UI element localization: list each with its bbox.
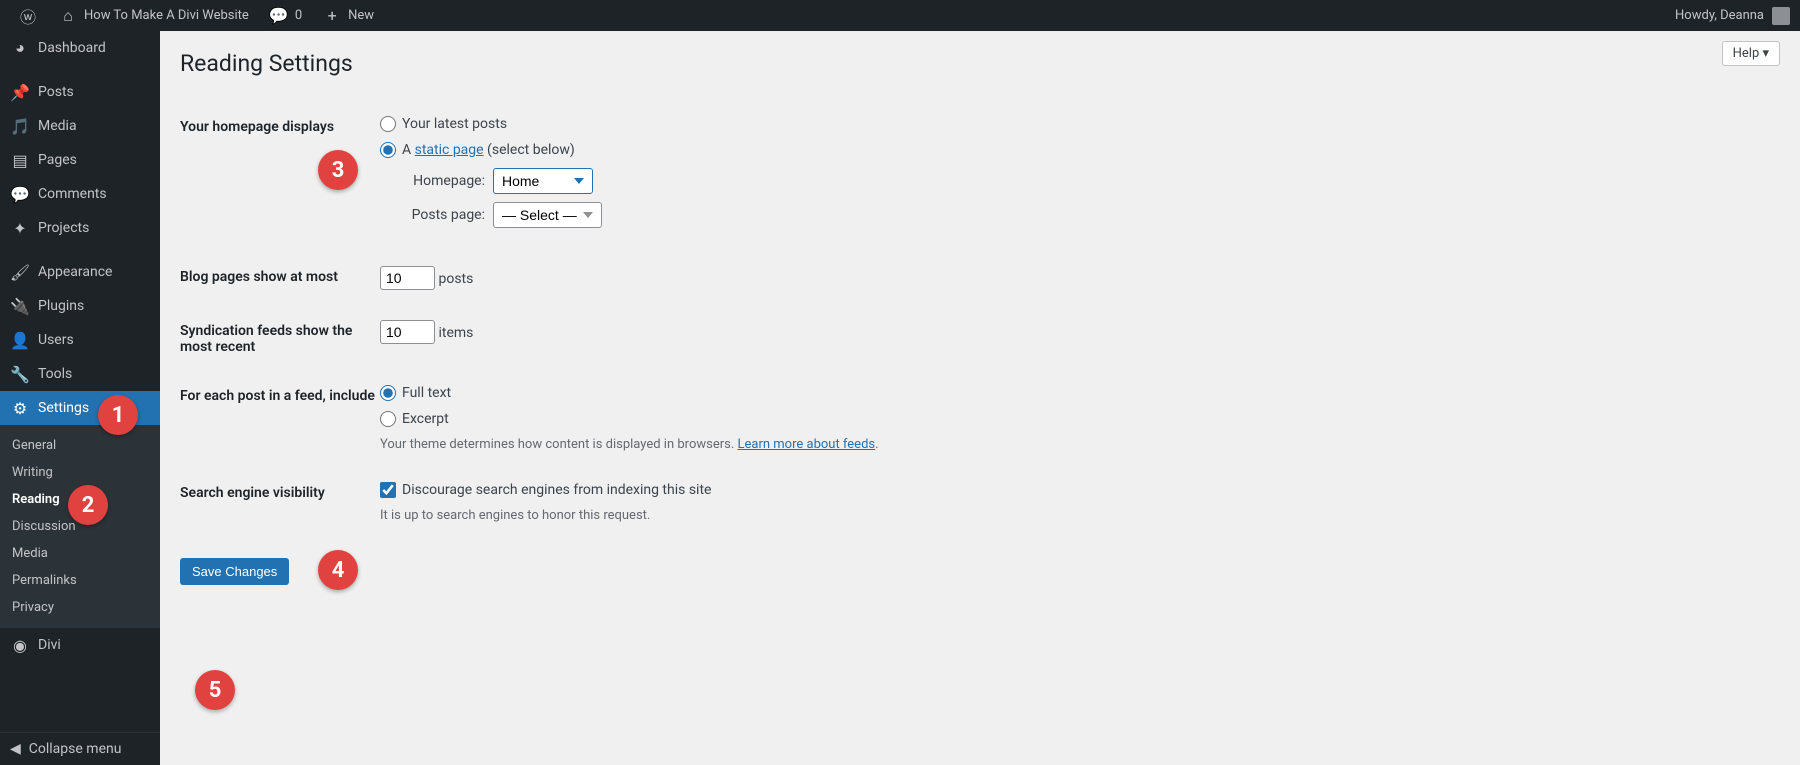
callout-4: 4	[318, 550, 358, 590]
new-content[interactable]: + New	[314, 0, 382, 31]
admin-bar: ⓦ ⌂How To Make A Divi Website 💬0 +New Ho…	[0, 0, 1800, 31]
search-visibility-desc: It is up to search engines to honor this…	[380, 508, 1780, 523]
syndication-unit: items	[438, 325, 473, 341]
radio-full-text-label: Full text	[402, 385, 451, 401]
feed-include-label: For each post in a feed, include	[180, 385, 380, 404]
menu-divi[interactable]: ◉Divi	[0, 628, 160, 662]
submenu-privacy[interactable]: Privacy	[0, 594, 160, 621]
radio-static-page[interactable]	[380, 142, 396, 158]
submenu-permalinks[interactable]: Permalinks	[0, 567, 160, 594]
learn-feeds-link[interactable]: Learn more about feeds	[738, 437, 876, 452]
blog-pages-unit: posts	[438, 271, 473, 287]
menu-plugins[interactable]: 🔌Plugins	[0, 289, 160, 323]
menu-appearance[interactable]: 🖌Appearance	[0, 255, 160, 289]
homepage-displays-label: Your homepage displays	[180, 116, 380, 135]
wordpress-icon: ⓦ	[18, 6, 38, 26]
submenu-general[interactable]: General	[0, 432, 160, 459]
admin-sidebar: ◕Dashboard 📌Posts 🎵Media ▤Pages 💬Comment…	[0, 31, 160, 765]
settings-submenu: General Writing Reading Discussion Media…	[0, 425, 160, 628]
projects-icon: ✦	[10, 218, 30, 238]
submenu-media[interactable]: Media	[0, 540, 160, 567]
user-icon: 👤	[10, 330, 30, 350]
collapse-menu[interactable]: ◀Collapse menu	[0, 732, 160, 765]
home-icon: ⌂	[58, 6, 78, 26]
blog-pages-input[interactable]	[380, 266, 435, 290]
homepage-select[interactable]: Home	[493, 168, 593, 194]
site-title: How To Make A Divi Website	[84, 8, 249, 23]
callout-5: 5	[195, 670, 235, 710]
wp-logo[interactable]: ⓦ	[10, 0, 46, 31]
page-icon: ▤	[10, 150, 30, 170]
callout-2: 2	[68, 485, 108, 525]
collapse-icon: ◀	[10, 741, 21, 757]
greeting-text: Howdy, Deanna	[1675, 8, 1764, 23]
syndication-input[interactable]	[380, 320, 435, 344]
brush-icon: 🖌	[10, 262, 30, 282]
comment-icon: 💬	[10, 184, 30, 204]
radio-full-text[interactable]	[380, 385, 396, 401]
menu-media[interactable]: 🎵Media	[0, 109, 160, 143]
blog-pages-label: Blog pages show at most	[180, 266, 380, 285]
radio-excerpt[interactable]	[380, 411, 396, 427]
plug-icon: 🔌	[10, 296, 30, 316]
content-area: Help ▾ Reading Settings Your homepage di…	[160, 31, 1800, 765]
menu-dashboard[interactable]: ◕Dashboard	[0, 31, 160, 65]
avatar[interactable]	[1772, 7, 1790, 25]
static-page-link[interactable]: static page	[415, 142, 484, 158]
save-button[interactable]: Save Changes	[180, 558, 289, 585]
media-icon: 🎵	[10, 116, 30, 136]
menu-posts[interactable]: 📌Posts	[0, 75, 160, 109]
new-label: New	[348, 8, 374, 23]
plus-icon: +	[322, 6, 342, 26]
checkbox-discourage-search[interactable]	[380, 482, 396, 498]
site-link[interactable]: ⌂ How To Make A Divi Website	[50, 0, 257, 31]
homepage-select-label: Homepage:	[400, 173, 485, 189]
settings-icon: ⚙	[10, 398, 30, 418]
menu-users[interactable]: 👤Users	[0, 323, 160, 357]
menu-tools[interactable]: 🔧Tools	[0, 357, 160, 391]
comments-count: 0	[295, 8, 302, 23]
syndication-label: Syndication feeds show the most recent	[180, 320, 380, 355]
wrench-icon: 🔧	[10, 364, 30, 384]
divi-icon: ◉	[10, 635, 30, 655]
comment-icon: 💬	[269, 6, 289, 26]
page-title: Reading Settings	[180, 41, 1780, 81]
menu-comments[interactable]: 💬Comments	[0, 177, 160, 211]
radio-latest-posts-label: Your latest posts	[402, 116, 507, 132]
dashboard-icon: ◕	[10, 38, 30, 58]
search-visibility-label: Search engine visibility	[180, 482, 380, 501]
menu-pages[interactable]: ▤Pages	[0, 143, 160, 177]
callout-3: 3	[318, 150, 358, 190]
menu-projects[interactable]: ✦Projects	[0, 211, 160, 245]
radio-excerpt-label: Excerpt	[402, 411, 449, 427]
checkbox-discourage-label: Discourage search engines from indexing …	[402, 482, 711, 498]
callout-1: 1	[98, 395, 138, 435]
radio-latest-posts[interactable]	[380, 116, 396, 132]
comments-link[interactable]: 💬0	[261, 0, 310, 31]
pin-icon: 📌	[10, 82, 30, 102]
postspage-select[interactable]: — Select —	[493, 202, 602, 228]
submenu-writing[interactable]: Writing	[0, 459, 160, 486]
postspage-select-label: Posts page:	[400, 207, 485, 223]
help-tab[interactable]: Help ▾	[1722, 41, 1780, 66]
